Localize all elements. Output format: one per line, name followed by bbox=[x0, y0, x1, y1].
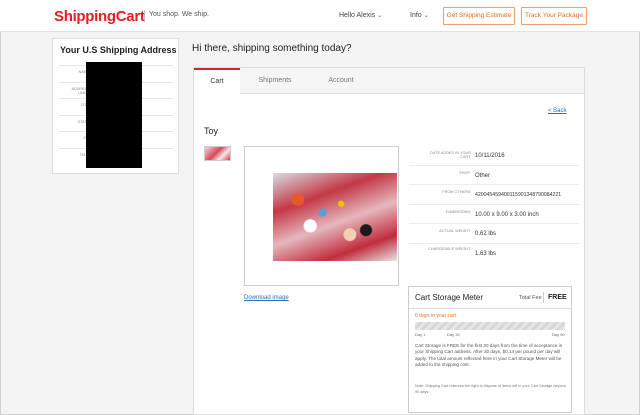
info-menu-label: Info bbox=[410, 12, 422, 19]
detail-label: FROM OTHER#: bbox=[442, 190, 471, 195]
detail-row: DATE ADDED IN YOUR CART: 10/11/2016 bbox=[409, 146, 579, 166]
detail-row: CHARGEABLE WEIGHT: 1.63 lbs bbox=[409, 244, 579, 264]
tick-day-30: Day 30 bbox=[447, 332, 460, 337]
item-details: DATE ADDED IN YOUR CART: 10/11/2016 SHOP… bbox=[409, 146, 579, 264]
top-header: ShippingCart You shop. We ship. Hello Al… bbox=[0, 0, 640, 32]
tagline: You shop. We ship. bbox=[149, 11, 209, 18]
detail-row: DIMENSIONS: 10.00 x 9.00 x 3.00 inch bbox=[409, 205, 579, 225]
tab-bar: Cart Shipments Account bbox=[194, 68, 584, 95]
cart-storage-meter: Cart Storage Meter Total Fee FREE 0 days… bbox=[408, 286, 572, 413]
item-title: Toy bbox=[204, 126, 219, 136]
item-thumbnail[interactable] bbox=[204, 146, 231, 161]
info-menu[interactable]: Info ⌄ bbox=[410, 12, 429, 19]
detail-label: DIMENSIONS: bbox=[445, 209, 471, 214]
tab-account[interactable]: Account bbox=[314, 68, 368, 94]
storage-note: Note: Shipping Cart reserves the right t… bbox=[415, 384, 566, 394]
detail-row: SHOP: Other bbox=[409, 166, 579, 186]
get-shipping-estimate-button[interactable]: Get Shipping Estimate bbox=[443, 7, 515, 25]
logo-divider bbox=[144, 10, 145, 22]
days-in-cart-text: 0 days in your cart bbox=[415, 313, 456, 319]
detail-label: DATE ADDED IN YOUR CART: bbox=[430, 151, 471, 160]
detail-label: SHOP: bbox=[459, 170, 471, 175]
address-panel-title: Your U.S Shipping Address bbox=[60, 45, 177, 55]
detail-value: 420045459400115901348790084221 bbox=[475, 192, 562, 199]
detail-value: 0.62 lbs bbox=[475, 231, 497, 238]
redacted-address-block bbox=[86, 62, 142, 168]
tick-day-90: Day 90 bbox=[552, 332, 565, 337]
storage-divider bbox=[409, 308, 571, 309]
detail-label: ACTUAL WEIGHT: bbox=[439, 229, 471, 234]
detail-label: CHARGEABLE WEIGHT: bbox=[428, 246, 471, 251]
back-link[interactable]: < Back bbox=[548, 108, 567, 114]
tab-cart[interactable]: Cart bbox=[194, 68, 240, 95]
total-fee-value: FREE bbox=[548, 294, 567, 301]
storage-progress-bar bbox=[415, 322, 565, 330]
cart-panel: Cart Shipments Account < Back Toy Downlo… bbox=[193, 67, 585, 415]
tab-shipments[interactable]: Shipments bbox=[246, 68, 304, 94]
chevron-down-icon: ⌄ bbox=[423, 13, 429, 19]
item-photo bbox=[273, 173, 397, 261]
total-fee-label: Total Fee bbox=[519, 295, 542, 301]
user-menu[interactable]: Hello Alexis ⌄ bbox=[339, 12, 382, 19]
chevron-down-icon: ⌄ bbox=[377, 13, 383, 19]
item-photo-frame bbox=[244, 146, 399, 286]
user-menu-label: Hello Alexis bbox=[339, 12, 376, 19]
tick-day-1: Day 1 bbox=[415, 332, 426, 337]
detail-value: 10/11/2016 bbox=[475, 153, 505, 159]
shippingcart-logo[interactable]: ShippingCart bbox=[54, 8, 145, 25]
download-image-link[interactable]: Download image bbox=[244, 295, 289, 301]
track-package-button[interactable]: Track Your Package bbox=[521, 7, 587, 25]
greeting-heading: Hi there, shipping something today? bbox=[192, 43, 352, 54]
detail-value: 1.63 lbs bbox=[475, 250, 497, 257]
detail-row: FROM OTHER#: 420045459400115901348790084… bbox=[409, 185, 579, 205]
storage-meter-title: Cart Storage Meter bbox=[415, 293, 484, 302]
fee-divider bbox=[543, 292, 544, 303]
storage-description: Cart Storage is FREE for the first 30 da… bbox=[415, 343, 563, 368]
detail-row: ACTUAL WEIGHT: 0.62 lbs bbox=[409, 224, 579, 244]
detail-value: 10.00 x 9.00 x 3.00 inch bbox=[475, 211, 539, 218]
detail-value: Other bbox=[475, 172, 491, 179]
